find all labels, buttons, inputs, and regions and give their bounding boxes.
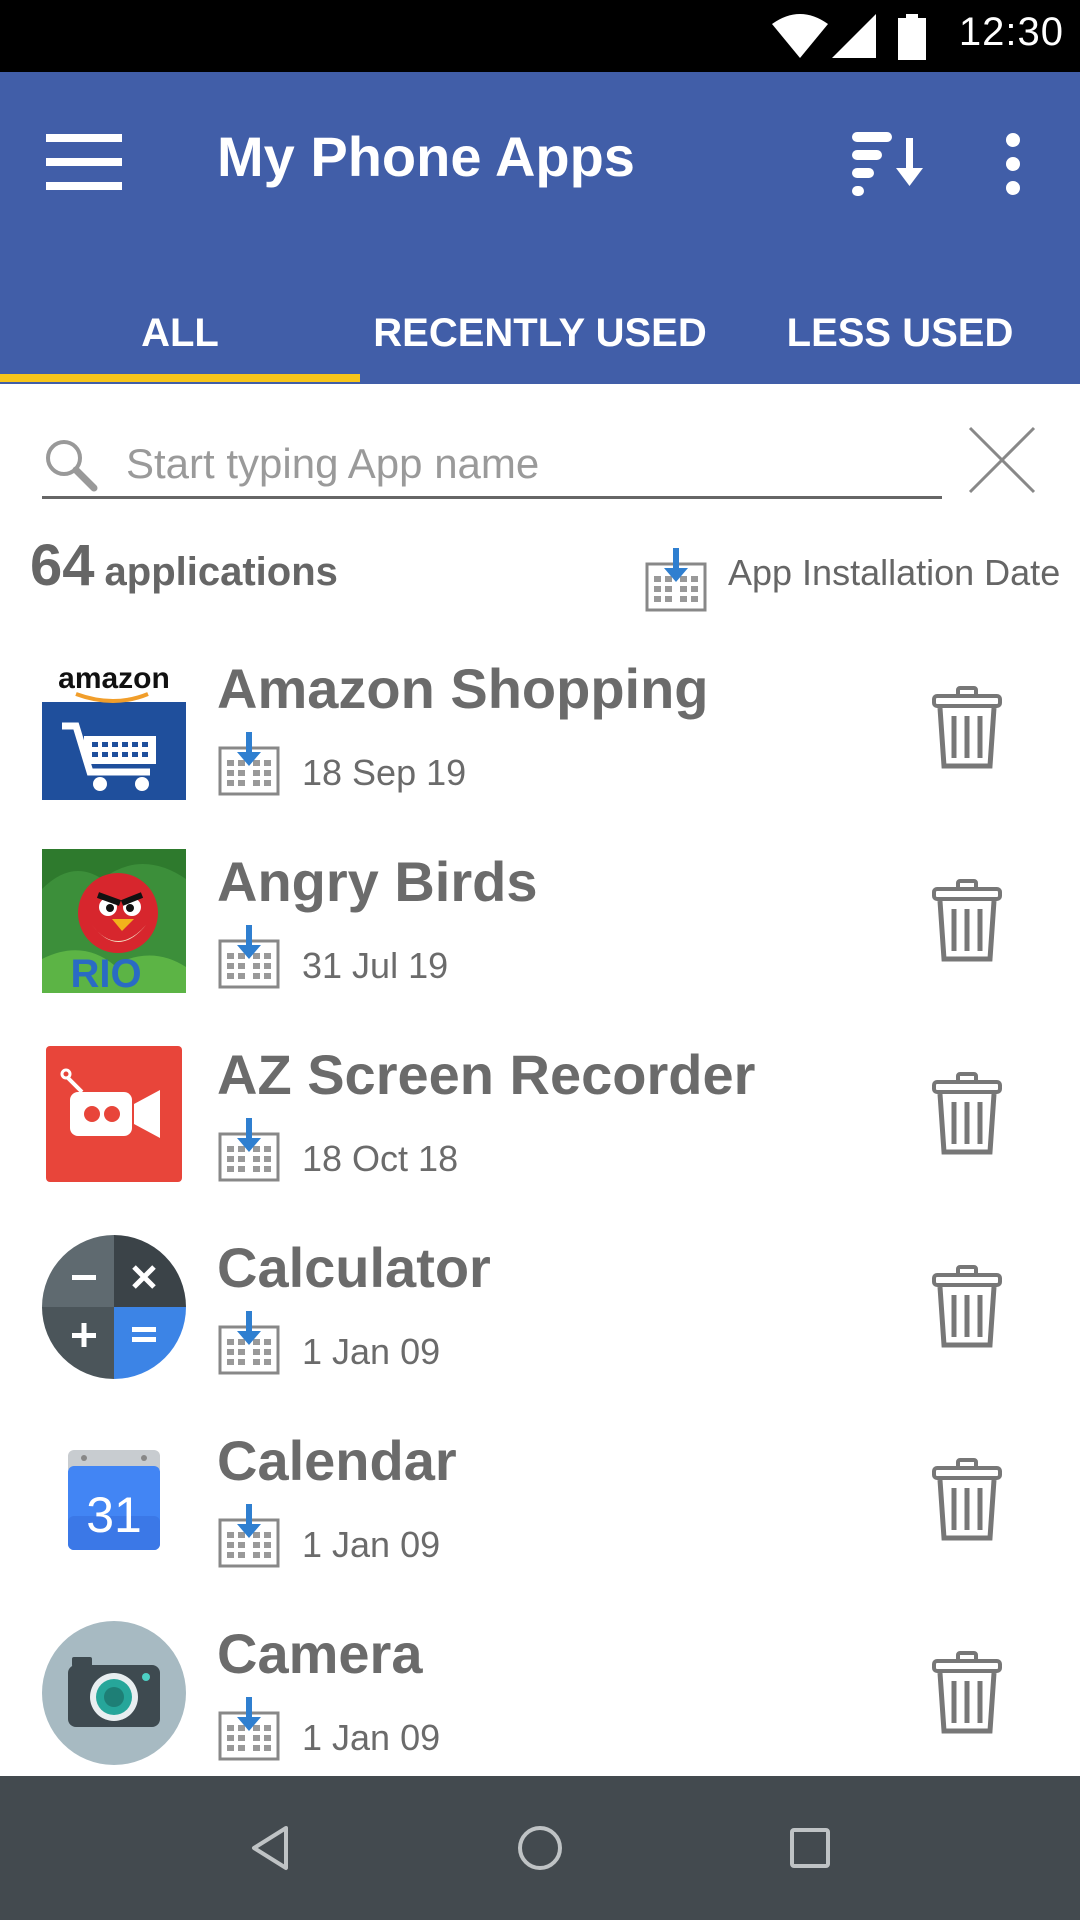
app-name: Amazon Shopping [217,657,709,720]
list-item[interactable]: Calculator 1 Jan 09 [0,1235,1080,1428]
install-date: 18 Sep 19 [302,752,467,793]
trash-icon[interactable] [932,879,1002,963]
install-date-icon [218,1311,280,1375]
install-date-icon [218,1697,280,1761]
install-date-icon [218,1504,280,1568]
app-name: Calendar [217,1429,457,1492]
tab-all[interactable]: ALL [0,282,360,384]
camera-icon [42,1621,186,1765]
trash-icon[interactable] [932,1651,1002,1735]
calendar-icon: 31 [68,1450,160,1550]
rio-logo-text: RIO [70,952,141,993]
page-title: My Phone Apps [217,125,635,188]
list-item[interactable]: amazon Amazon Shopping 18 Sep 19 [0,656,1080,849]
install-date: 1 Jan 09 [302,1524,441,1565]
app-bar: My Phone Apps ALL RECENTLY USED LESS USE… [0,72,1080,384]
app-count-label: applications [104,550,338,594]
back-icon[interactable] [240,1818,300,1878]
sort-label-text: App Installation Date [728,552,1061,593]
search-icon [46,440,98,492]
trash-icon[interactable] [932,1458,1002,1542]
calculator-icon [42,1235,186,1379]
recents-icon[interactable] [780,1818,840,1878]
angry-birds-icon: RIO [42,849,186,993]
install-date-icon [218,1118,280,1182]
install-date: 1 Jan 09 [302,1717,441,1758]
install-date-icon [218,732,280,796]
list-item[interactable]: RIO Angry Birds 31 Jul 19 [0,849,1080,1042]
menu-icon[interactable] [46,132,122,192]
install-date: 1 Jan 09 [302,1331,441,1372]
install-date: 31 Jul 19 [302,945,449,986]
install-date: 18 Oct 18 [302,1138,459,1179]
amazon-icon: amazon [42,656,186,800]
app-name: Camera [217,1622,423,1685]
install-date-icon [645,548,707,612]
clock: 12:30 [958,10,1064,54]
trash-icon[interactable] [932,1265,1002,1349]
app-name: Calculator [217,1236,491,1299]
search-underline [42,496,942,499]
sort-icon[interactable] [850,128,930,200]
trash-icon[interactable] [932,1072,1002,1156]
list-item[interactable]: AZ Screen Recorder 18 Oct 18 [0,1042,1080,1235]
trash-icon[interactable] [932,686,1002,770]
app-count: 64 applications [30,532,338,599]
screen-recorder-icon [46,1046,182,1182]
home-icon[interactable] [510,1818,570,1878]
more-options-icon[interactable] [998,128,1028,200]
system-nav-bar [0,1776,1080,1920]
tab-bar: ALL RECENTLY USED LESS USED [0,282,1080,384]
status-bar: 12:30 [0,0,1080,72]
close-icon[interactable] [966,424,1038,496]
list-item[interactable]: 31 Calendar 1 Jan 09 [0,1428,1080,1621]
amazon-logo-text: amazon [58,662,170,695]
search-input[interactable] [126,432,926,496]
wifi-icon [772,14,828,58]
search-bar [42,420,942,500]
tab-less-used[interactable]: LESS USED [720,282,1080,384]
install-date-icon [218,925,280,989]
app-name: Angry Birds [217,850,538,913]
tab-recently-used[interactable]: RECENTLY USED [360,282,720,384]
calendar-day-text: 31 [86,1487,142,1543]
battery-icon [898,14,926,60]
app-count-number: 64 [30,533,95,598]
tab-indicator [0,374,360,382]
app-name: AZ Screen Recorder [217,1043,756,1106]
signal-icon [832,14,876,58]
